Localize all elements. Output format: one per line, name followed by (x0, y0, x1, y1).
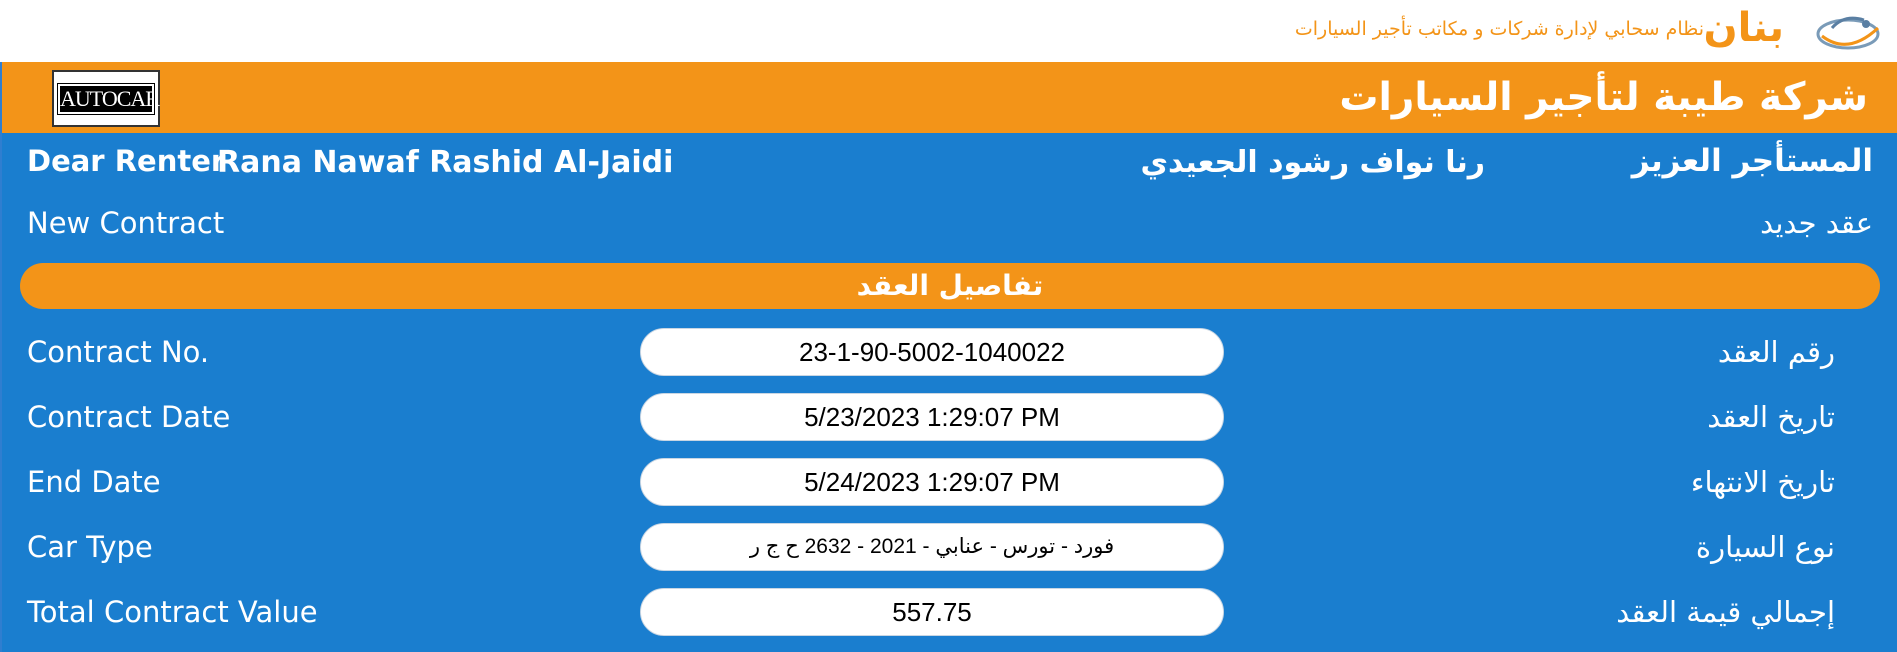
brand-tagline: نظام سحابي لإدارة شركات و مكاتب تأجير ال… (1294, 18, 1704, 40)
renter-name-en: Rana Nawaf Rashid Al-Jaidi (217, 145, 674, 180)
car-type-value: فورد - تورس - عنابي - 2021 - 2632 ح ج ر (749, 535, 1115, 558)
detail-label-en: Contract Date (27, 400, 231, 434)
section-header: تفاصيل العقد (20, 263, 1880, 309)
autocar-logo-text: AUTOCAR (57, 83, 160, 115)
detail-row-car-type: Car Type فورد - تورس - عنابي - 2021 - 26… (2, 521, 1897, 573)
detail-row-contract-no: Contract No. 23-1-90-5002-1040022 رقم ال… (2, 326, 1897, 378)
brand-name: بنان (1703, 5, 1784, 51)
contract-date-value: 5/23/2023 1:29:07 PM (804, 402, 1060, 432)
detail-label-ar: تاريخ العقد (1707, 400, 1835, 434)
autocar-logo: AUTOCAR (52, 70, 160, 127)
total-value-value: 557.75 (892, 597, 972, 627)
detail-label-ar: إجمالي قيمة العقد (1616, 595, 1835, 629)
detail-row-end-date: End Date 5/24/2023 1:29:07 PM تاريخ الان… (2, 456, 1897, 508)
contract-panel: Dear Renter Rana Nawaf Rashid Al-Jaidi ر… (0, 133, 1897, 652)
top-brand-bar: بنان نظام سحابي لإدارة شركات و مكاتب تأج… (0, 0, 1897, 62)
contract-no-field: 23-1-90-5002-1040022 (640, 328, 1224, 376)
section-title: تفاصيل العقد (856, 269, 1044, 302)
detail-row-total-value: Total Contract Value 557.75 إجمالي قيمة … (2, 586, 1897, 638)
detail-label-en: Contract No. (27, 335, 210, 369)
detail-label-ar: نوع السيارة (1695, 530, 1835, 564)
end-date-value: 5/24/2023 1:29:07 PM (804, 467, 1060, 497)
end-date-field: 5/24/2023 1:29:07 PM (640, 458, 1224, 506)
contract-status-ar: عقد جديد (1760, 206, 1873, 240)
renter-name-ar: رنا نواف رشود الجعيدي (1140, 145, 1486, 180)
total-value-field: 557.75 (640, 588, 1224, 636)
greeting-label-ar: المستأجر العزيز (1631, 143, 1873, 179)
contract-status-en: New Contract (27, 206, 225, 240)
detail-label-en: Car Type (27, 530, 153, 564)
detail-label-en: End Date (27, 465, 161, 499)
detail-row-contract-date: Contract Date 5/23/2023 1:29:07 PM تاريخ… (2, 391, 1897, 443)
detail-label-ar: تاريخ الانتهاء (1690, 465, 1835, 499)
contract-no-value: 23-1-90-5002-1040022 (799, 337, 1065, 367)
company-name: شركة طيبة لتأجير السيارات (1339, 75, 1868, 120)
company-header: AUTOCAR شركة طيبة لتأجير السيارات (0, 62, 1897, 133)
contract-date-field: 5/23/2023 1:29:07 PM (640, 393, 1224, 441)
greeting-label-en: Dear Renter (27, 144, 226, 178)
car-type-field: فورد - تورس - عنابي - 2021 - 2632 ح ج ر (640, 523, 1224, 571)
detail-label-ar: رقم العقد (1717, 335, 1835, 369)
detail-label-en: Total Contract Value (27, 595, 318, 629)
banan-logo-icon (1816, 16, 1880, 50)
